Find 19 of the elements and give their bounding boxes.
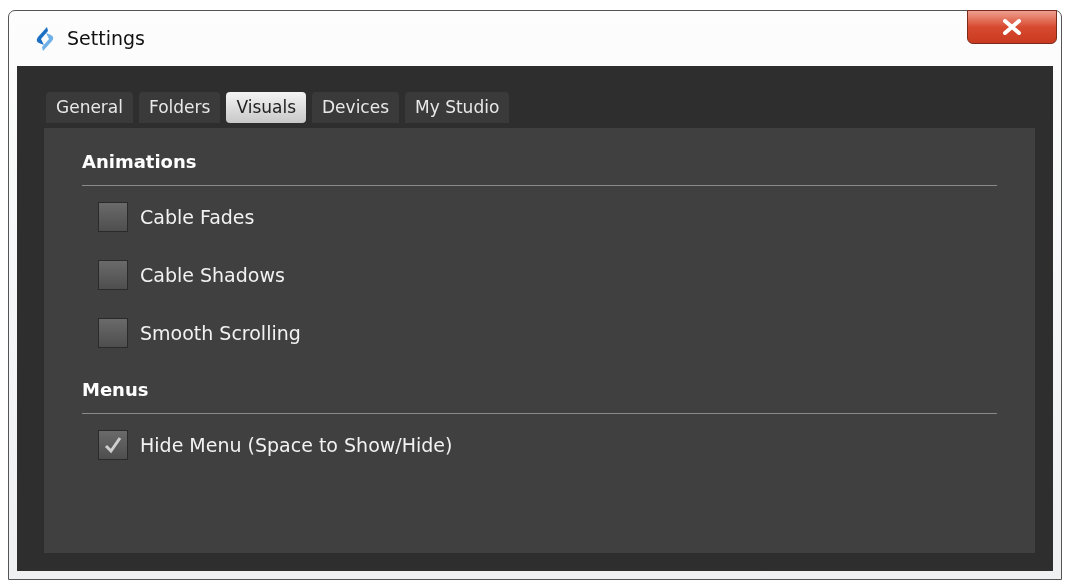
option-label: Hide Menu (Space to Show/Hide) bbox=[140, 432, 453, 458]
tab[interactable]: Devices bbox=[312, 92, 399, 124]
close-icon bbox=[1002, 19, 1022, 35]
window-title: Settings bbox=[67, 26, 145, 52]
checkbox[interactable] bbox=[98, 260, 128, 291]
checkmark-icon bbox=[103, 436, 123, 455]
section-heading: Menus bbox=[82, 376, 997, 415]
section-heading: Animations bbox=[82, 148, 997, 187]
checkbox[interactable] bbox=[98, 430, 128, 461]
option-label: Cable Fades bbox=[140, 204, 255, 230]
tab[interactable]: My Studio bbox=[405, 92, 510, 124]
checkbox[interactable] bbox=[98, 318, 128, 349]
tab[interactable]: Visuals bbox=[226, 92, 306, 124]
checkbox[interactable] bbox=[98, 202, 128, 233]
tab[interactable]: Folders bbox=[139, 92, 221, 124]
option-label: Cable Shadows bbox=[140, 262, 285, 288]
tab[interactable]: General bbox=[46, 92, 133, 124]
close-button[interactable] bbox=[967, 10, 1057, 44]
option-label: Smooth Scrolling bbox=[140, 320, 301, 346]
